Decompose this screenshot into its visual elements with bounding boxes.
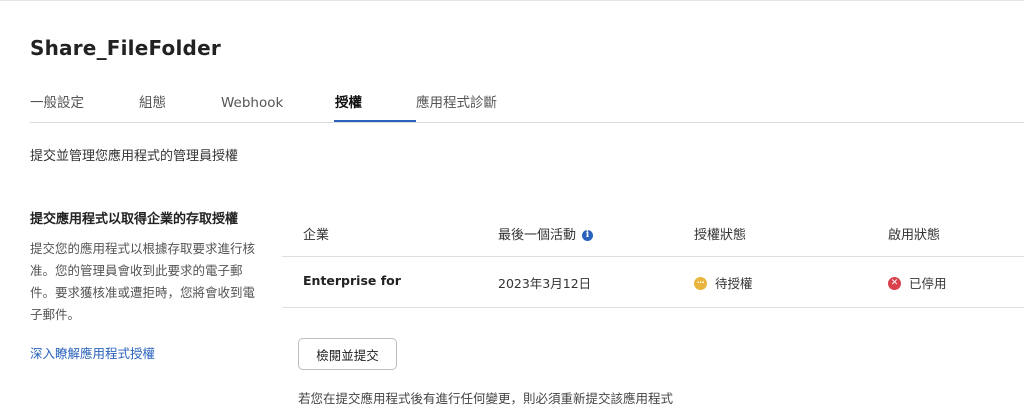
info-icon[interactable]: i (582, 230, 594, 241)
tab-configuration[interactable]: 組態 (139, 86, 166, 121)
header-enable-status: 啟用狀態 (888, 228, 941, 243)
review-and-submit-button[interactable]: 檢閱並提交 (298, 338, 397, 370)
resubmit-note: 若您在提交應用程式後有進行任何變更，則必須重新提交該應用程式 (298, 391, 674, 406)
enterprise-authorization-table: 企業 最後一個活動 i 授權狀態 啟用狀態 Enterprise for 2023… (282, 210, 1024, 308)
authorization-info-panel: 提交應用程式以取得企業的存取授權 提交您的應用程式以根據存取要求進行核准。您的管… (30, 208, 265, 362)
app-title: Share_FileFolder (30, 36, 221, 60)
pending-icon (694, 276, 707, 290)
enable-status-label: 已停用 (909, 276, 947, 291)
tab-bar-divider (30, 122, 1024, 123)
header-last-activity: 最後一個活動 i (498, 224, 594, 243)
tab-authorization[interactable]: 授權 (335, 86, 362, 121)
tab-webhook[interactable]: Webhook (221, 86, 283, 121)
cell-last-activity: 2023年3月12日 (498, 276, 592, 291)
section-title: 提交應用程式以取得企業的存取授權 (30, 212, 239, 227)
active-tab-indicator (334, 120, 416, 122)
page-description: 提交並管理您應用程式的管理員授權 (30, 149, 239, 164)
header-auth-status: 授權狀態 (694, 228, 747, 243)
disabled-icon: ✕ (888, 277, 901, 290)
top-divider (0, 0, 1024, 1)
table-header: 企業 最後一個活動 i 授權狀態 啟用狀態 (282, 210, 1024, 257)
header-enterprise: 企業 (303, 228, 330, 243)
tab-app-diagnostics[interactable]: 應用程式診斷 (416, 86, 497, 121)
auth-status-label: 待授權 (715, 276, 753, 291)
section-description: 提交您的應用程式以根據存取要求進行核准。您的管理員會收到此要求的電子郵件。要求獲… (30, 241, 256, 322)
cell-enterprise: Enterprise for (303, 273, 401, 288)
cell-auth-status: 待授權 (694, 273, 753, 292)
tab-bar: 一般設定 組態 Webhook 授權 應用程式診斷 (0, 86, 1024, 123)
header-last-activity-label: 最後一個活動 (498, 228, 577, 243)
learn-more-link[interactable]: 深入瞭解應用程式授權 (30, 343, 155, 362)
cell-enable-status: ✕ 已停用 (888, 273, 947, 292)
table-row: Enterprise for 2023年3月12日 待授權 ✕ 已停用 (282, 257, 1024, 308)
tab-general-settings[interactable]: 一般設定 (30, 86, 84, 121)
